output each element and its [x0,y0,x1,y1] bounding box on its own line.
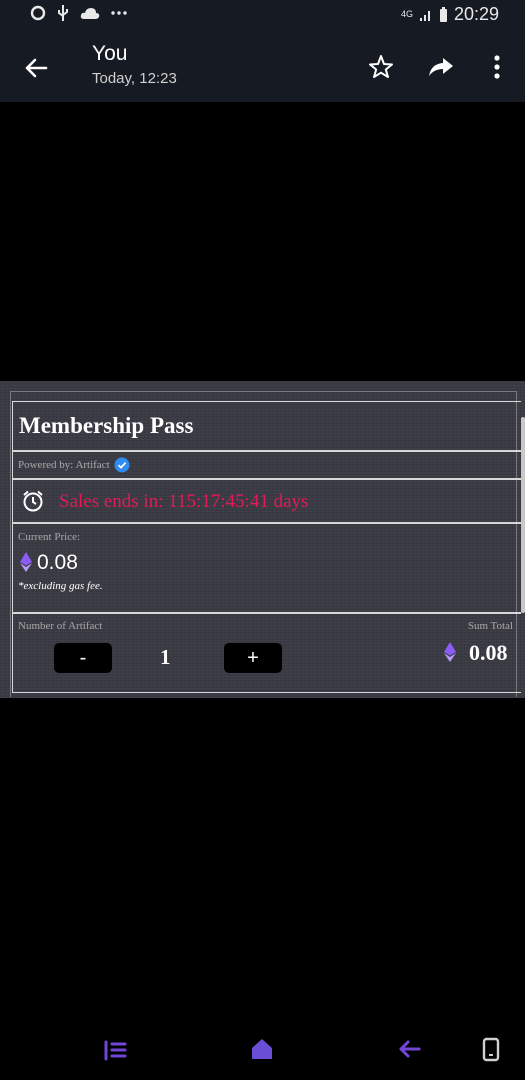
ethereum-icon [444,642,456,662]
gas-fee-note: *excluding gas fee. [18,580,103,592]
usb-icon [58,5,68,21]
conversation-header: You Today, 12:23 [92,42,177,87]
battery-icon [439,6,447,22]
scrollbar[interactable] [521,417,525,613]
recent-apps-icon[interactable] [100,1034,130,1064]
more-dots-icon [111,11,127,15]
share-icon[interactable] [426,52,456,82]
powered-row: Powered by: Artifact [12,451,521,479]
sales-row: Sales ends in: 115:17:45:41 days [12,479,521,523]
membership-title: Membership Pass [19,413,194,438]
price-row: Current Price: 0.08 *excluding gas fee. [12,523,521,613]
ethereum-icon [20,552,32,572]
page-title: You [92,42,128,65]
quantity-value[interactable]: 1 [160,645,171,670]
app-bar: You Today, 12:23 [0,32,525,102]
screen-icon[interactable] [476,1034,506,1064]
powered-by-text: Powered by: Artifact [18,459,110,471]
alarm-clock-icon [23,490,43,512]
quantity-label: Number of Artifact [18,620,103,632]
sales-countdown: Sales ends in: 115:17:45:41 days [59,491,309,512]
network-type: 4G [400,9,413,19]
decrease-quantity-button[interactable]: - [54,643,112,673]
star-icon[interactable] [366,52,396,82]
clock: 20:29 [453,4,499,24]
sum-total-label: Sum Total [467,620,513,632]
current-price-value: 0.08 [37,551,78,574]
embedded-webpage: Membership Pass Powered by: Artifact Sal… [0,381,525,698]
timestamp: Today, 12:23 [92,70,177,87]
signal-icon [419,10,430,21]
increase-quantity-button[interactable]: + [224,643,282,673]
back-arrow-icon[interactable] [20,52,52,84]
back-icon[interactable] [394,1034,424,1064]
status-bar: 4G 20:29 [0,0,525,32]
cloud-icon [80,8,100,19]
sum-total-value: 0.08 [469,640,508,665]
status-right-icons: 4G 20:29 [401,4,499,25]
verified-badge-icon [114,457,130,473]
title-row: Membership Pass [12,401,521,451]
home-icon[interactable] [247,1034,277,1064]
more-vert-icon[interactable] [482,52,512,82]
navigation-bar [0,1020,525,1080]
status-left-icons [30,4,128,22]
o-icon [30,5,46,21]
current-price-label: Current Price: [18,531,81,543]
faded-link[interactable] [18,595,148,605]
